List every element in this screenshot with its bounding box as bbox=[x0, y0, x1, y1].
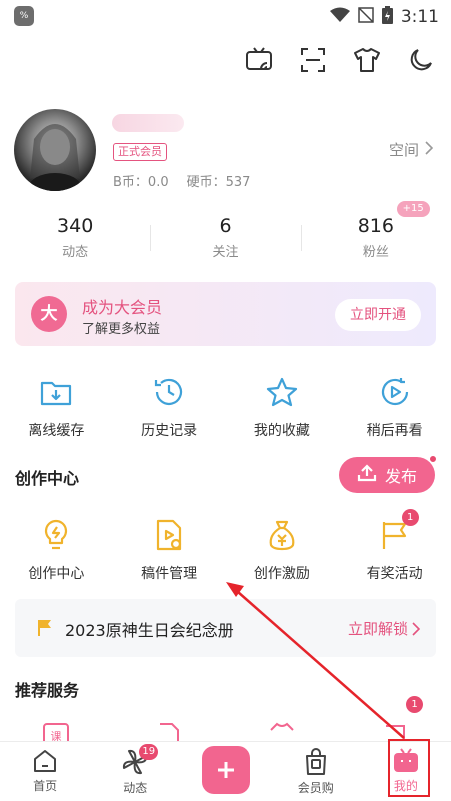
item-label: 稿件管理 bbox=[141, 566, 198, 582]
banner-text: 2023原神生日会纪念册 bbox=[65, 621, 234, 640]
vip-promo-card[interactable]: 大 成为大会员 了解更多权益 立即开通 bbox=[15, 282, 436, 346]
tab-publish[interactable] bbox=[180, 742, 270, 801]
battery-icon bbox=[381, 6, 393, 28]
publish-notification-dot bbox=[429, 455, 437, 463]
publish-label: 发布 bbox=[384, 467, 417, 486]
tab-dynamics[interactable]: 19 动态 bbox=[90, 742, 180, 801]
manuscript-manage-item[interactable]: 稿件管理 bbox=[113, 517, 226, 583]
plus-icon[interactable] bbox=[201, 746, 250, 794]
stat-label: 关注 bbox=[212, 245, 239, 260]
activity-badge: 1 bbox=[401, 509, 419, 526]
offline-cache-item[interactable]: 离线缓存 bbox=[0, 374, 113, 440]
stat-label: 动态 bbox=[62, 245, 89, 260]
anniversary-banner[interactable]: 2023原神生日会纪念册 立即解锁 bbox=[15, 599, 436, 657]
chevron-right-icon bbox=[412, 621, 420, 636]
scan-icon[interactable] bbox=[297, 44, 329, 76]
service-badge: 1 bbox=[406, 696, 423, 713]
space-label: 空间 bbox=[388, 141, 419, 159]
history-item[interactable]: 历史记录 bbox=[113, 374, 226, 440]
moon-icon[interactable] bbox=[405, 44, 437, 76]
wifi-icon bbox=[329, 7, 350, 27]
stats-row: 340 动态 6 关注 +15 816 粉丝 bbox=[0, 201, 451, 267]
money-bag-icon bbox=[264, 517, 300, 553]
stat-value: 6 bbox=[219, 215, 232, 237]
stat-value: 340 bbox=[57, 215, 94, 237]
tab-label: 动态 bbox=[123, 781, 148, 795]
username bbox=[112, 114, 184, 132]
item-label: 有奖活动 bbox=[366, 566, 423, 582]
avatar[interactable] bbox=[14, 109, 96, 191]
unlock-link[interactable]: 立即解锁 bbox=[348, 618, 420, 639]
open-vip-button[interactable]: 立即开通 bbox=[335, 299, 421, 331]
vip-title: 成为大会员 bbox=[82, 298, 163, 317]
stat-value: 816 bbox=[357, 215, 394, 237]
status-bar: % 3:11 bbox=[0, 0, 451, 34]
watch-later-icon bbox=[377, 374, 413, 410]
shopping-bag-icon bbox=[305, 748, 326, 775]
publish-button[interactable]: 发布 bbox=[339, 455, 437, 493]
item-label: 历史记录 bbox=[141, 423, 198, 439]
creation-section-title: 创作中心 bbox=[15, 469, 80, 488]
stat-dynamics[interactable]: 340 动态 bbox=[0, 215, 150, 267]
history-clock-icon bbox=[151, 374, 187, 410]
bottom-tab-bar: 首页 19 动态 会员购 我的 bbox=[0, 741, 451, 801]
status-time: 3:11 bbox=[400, 7, 439, 27]
stat-following[interactable]: 6 关注 bbox=[150, 215, 300, 267]
tab-label: 会员购 bbox=[297, 781, 334, 795]
stat-label: 粉丝 bbox=[362, 245, 389, 260]
item-label: 创作中心 bbox=[28, 566, 85, 582]
star-icon bbox=[264, 374, 300, 410]
prize-activity-item[interactable]: 1 有奖活动 bbox=[338, 509, 451, 583]
space-link[interactable]: 空间 bbox=[388, 139, 434, 160]
vip-logo-icon: 大 bbox=[31, 296, 67, 332]
vip-badge: 正式会员 bbox=[113, 143, 167, 161]
top-toolbar bbox=[243, 44, 437, 76]
creation-incentive-item[interactable]: 创作激励 bbox=[226, 517, 339, 583]
unlock-label: 立即解锁 bbox=[347, 620, 408, 638]
flag-icon: 1 bbox=[377, 509, 419, 553]
hard-coin-balance: 硬币：537 bbox=[186, 175, 251, 190]
b-coin-balance: B币：0.0 bbox=[113, 175, 169, 190]
download-folder-icon bbox=[38, 374, 74, 410]
creation-center-item[interactable]: 创作中心 bbox=[0, 517, 113, 583]
home-icon bbox=[34, 750, 57, 772]
no-signal-icon bbox=[358, 7, 374, 27]
item-label: 创作激励 bbox=[253, 566, 310, 582]
dynamics-badge: 19 bbox=[139, 744, 159, 760]
tab-label: 首页 bbox=[33, 779, 58, 793]
chevron-right-icon bbox=[425, 140, 434, 159]
favorites-item[interactable]: 我的收藏 bbox=[226, 374, 339, 440]
app-notification-icon: % bbox=[14, 6, 34, 26]
status-indicators: 3:11 bbox=[329, 6, 439, 28]
item-label: 稍后再看 bbox=[366, 423, 423, 439]
tv-cast-icon[interactable] bbox=[243, 44, 275, 76]
tab-home[interactable]: 首页 bbox=[0, 742, 90, 801]
yellow-flag-icon bbox=[37, 619, 53, 641]
stat-fans[interactable]: +15 816 粉丝 bbox=[300, 201, 451, 267]
watch-later-item[interactable]: 稍后再看 bbox=[338, 374, 451, 440]
tab-vip-shop[interactable]: 会员购 bbox=[271, 742, 361, 801]
upload-icon bbox=[357, 464, 377, 486]
recommend-section-title: 推荐服务 bbox=[15, 681, 80, 700]
annotation-highlight-box bbox=[388, 739, 430, 797]
bulb-icon bbox=[38, 517, 74, 553]
profile-header: 正式会员 B币：0.0 硬币：537 空间 bbox=[0, 105, 451, 200]
coin-info: B币：0.0 硬币：537 bbox=[113, 171, 250, 190]
quick-actions: 离线缓存 历史记录 我的收藏 稍后再看 bbox=[0, 374, 451, 440]
vip-subtitle: 了解更多权益 bbox=[82, 322, 161, 337]
manuscript-icon bbox=[151, 517, 187, 553]
fans-increase-badge: +15 bbox=[396, 201, 430, 217]
creation-actions: 创作中心 稿件管理 创作激励 1 有奖活动 bbox=[0, 509, 451, 583]
item-label: 离线缓存 bbox=[28, 423, 85, 439]
shirt-icon[interactable] bbox=[351, 44, 383, 76]
item-label: 我的收藏 bbox=[253, 423, 310, 439]
